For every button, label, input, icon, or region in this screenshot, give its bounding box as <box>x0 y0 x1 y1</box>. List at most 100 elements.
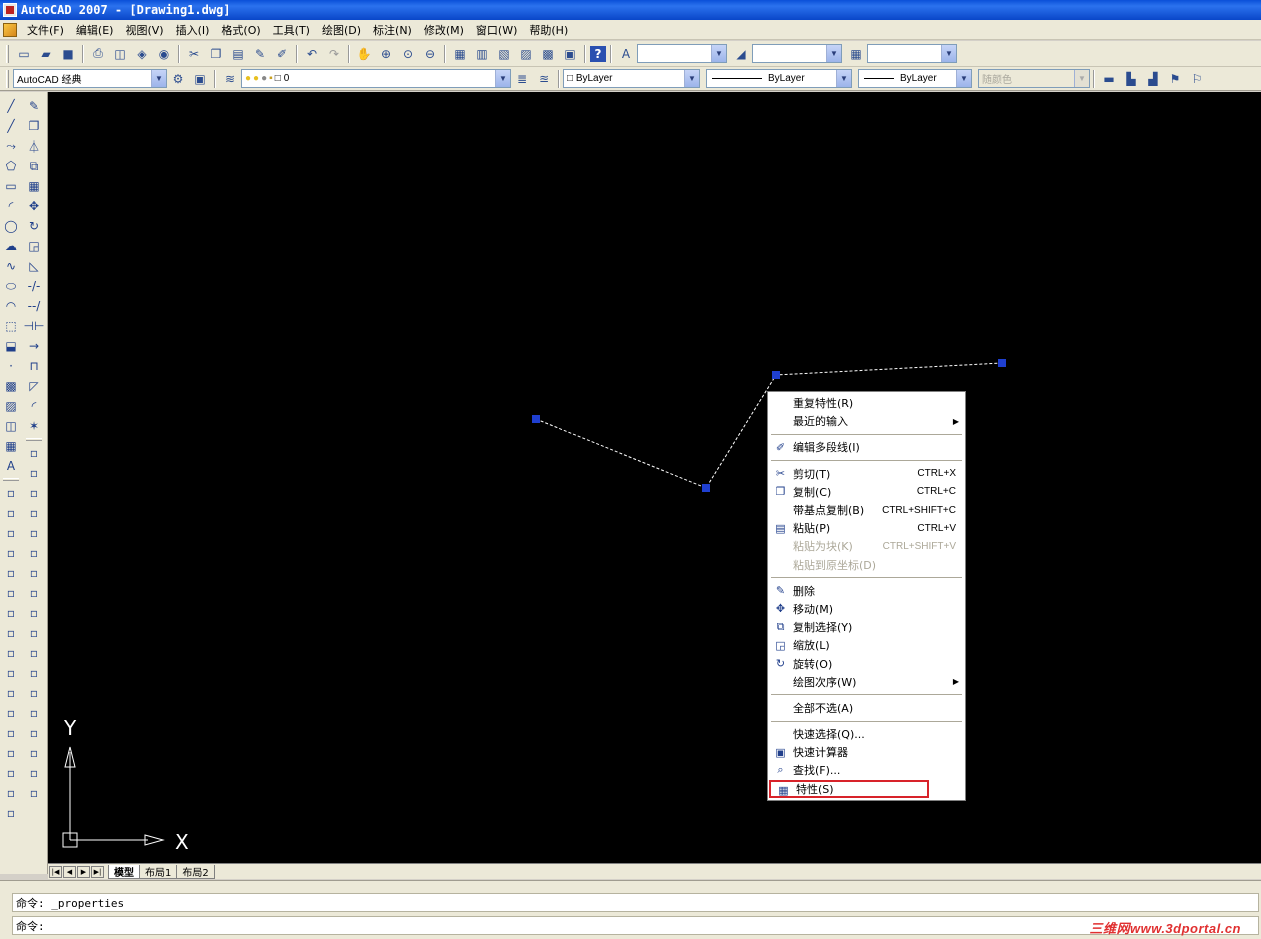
pan-icon[interactable]: ✋ <box>354 44 374 64</box>
tool-button-icon[interactable]: ▫ <box>24 443 44 463</box>
layer-match-icon[interactable]: ⚐ <box>1187 69 1207 89</box>
prev-tab-icon[interactable]: ◀ <box>63 865 76 878</box>
region-icon[interactable]: ◫ <box>1 416 21 436</box>
tool-button-icon[interactable]: ▫ <box>1 803 21 823</box>
rotate-icon[interactable]: ↻ <box>24 216 44 236</box>
tool-button-icon[interactable]: ▫ <box>24 523 44 543</box>
tool-button-icon[interactable]: ▫ <box>24 643 44 663</box>
mirror-icon[interactable]: ⏃ <box>24 136 44 156</box>
erase-icon[interactable]: ✎ <box>24 96 44 116</box>
rectangle-icon[interactable]: ▭ <box>1 176 21 196</box>
tool-button-icon[interactable]: ▫ <box>24 503 44 523</box>
context-menu-item[interactable]: ✐ 编辑多段线(I) <box>768 438 965 456</box>
gradient-icon[interactable]: ▨ <box>1 396 21 416</box>
tool-button-icon[interactable]: ▫ <box>1 583 21 603</box>
table-style-icon[interactable]: ▦ <box>846 44 866 64</box>
drawing-canvas[interactable]: Y X <box>48 92 1261 863</box>
dim-style-icon[interactable]: ◢ <box>731 44 751 64</box>
tool-button-icon[interactable]: ▫ <box>24 683 44 703</box>
cut-icon[interactable]: ✂ <box>184 44 204 64</box>
context-menu-item[interactable]: ◲ 缩放(L) <box>768 636 965 654</box>
zoom-previous-icon[interactable]: ⊖ <box>420 44 440 64</box>
explode-icon[interactable]: ✶ <box>24 416 44 436</box>
properties-icon[interactable]: ▬ <box>1099 69 1119 89</box>
redo-icon[interactable]: ↷ <box>324 44 344 64</box>
help-icon[interactable]: ? <box>590 45 606 62</box>
print-icon[interactable]: ⎙ <box>88 44 108 64</box>
copy-icon[interactable]: ❐ <box>206 44 226 64</box>
layer-states-icon[interactable]: ▙ <box>1121 69 1141 89</box>
context-menu-item[interactable]: ⌕ 查找(F)... <box>768 761 965 779</box>
context-menu-item[interactable]: 重复特性(R) <box>768 394 965 412</box>
move-icon[interactable]: ✥ <box>24 196 44 216</box>
context-menu-item[interactable]: ✎ 删除 <box>768 582 965 600</box>
context-menu-item[interactable]: ⧉ 复制选择(Y) <box>768 618 965 636</box>
break-icon[interactable]: → <box>24 336 44 356</box>
tool-button-icon[interactable]: ▫ <box>1 563 21 583</box>
hatch-icon[interactable]: ▩ <box>1 376 21 396</box>
tool-button-icon[interactable]: ▫ <box>1 523 21 543</box>
save-workspace-icon[interactable]: ▣ <box>190 69 210 89</box>
spline-icon[interactable]: ∿ <box>1 256 21 276</box>
arc-icon[interactable]: ◜ <box>1 196 21 216</box>
dim-style-select[interactable]: ▼ <box>752 44 842 63</box>
ellipse-arc-icon[interactable]: ◠ <box>1 296 21 316</box>
menu-format[interactable]: 格式(O) <box>215 22 266 38</box>
point-icon[interactable]: · <box>1 356 21 376</box>
3d-dwf-icon[interactable]: ◉ <box>154 44 174 64</box>
stretch-icon[interactable]: ◺ <box>24 256 44 276</box>
context-menu-item[interactable]: ▣ 快速计算器 <box>768 743 965 761</box>
toolbar-grip[interactable] <box>6 69 9 88</box>
context-menu-item[interactable]: 带基点复制(B) CTRL+SHIFT+C <box>768 501 965 519</box>
chevron-down-icon[interactable]: ▼ <box>836 70 851 87</box>
tool-button-icon[interactable]: ▫ <box>1 623 21 643</box>
menu-modify[interactable]: 修改(M) <box>418 22 470 38</box>
break-at-point-icon[interactable]: ⊣⊢ <box>24 316 45 336</box>
markup-icon[interactable]: ▩ <box>538 44 558 64</box>
context-menu-item[interactable]: 最近的输入 ▶ <box>768 412 965 430</box>
scale-icon[interactable]: ◲ <box>24 236 44 256</box>
menu-help[interactable]: 帮助(H) <box>523 22 574 38</box>
command-input[interactable]: 命令: <box>12 916 1259 935</box>
menu-window[interactable]: 窗口(W) <box>470 22 523 38</box>
trim-icon[interactable]: -/- <box>24 276 44 296</box>
text-style-icon[interactable]: A <box>616 44 636 64</box>
tool-button-icon[interactable]: ▫ <box>24 703 44 723</box>
tool-button-icon[interactable]: ▫ <box>24 723 44 743</box>
insert-block-icon[interactable]: ⬚ <box>1 316 21 336</box>
tool-palettes-icon[interactable]: ▧ <box>494 44 514 64</box>
save-icon[interactable]: ■ <box>58 44 78 64</box>
quickcalc-icon[interactable]: ▣ <box>560 44 580 64</box>
chevron-down-icon[interactable]: ▼ <box>684 70 699 87</box>
menu-file[interactable]: 文件(F) <box>21 22 70 38</box>
design-center-icon[interactable]: ▥ <box>472 44 492 64</box>
tool-button-icon[interactable]: ▫ <box>1 663 21 683</box>
tool-button-icon[interactable]: ▫ <box>24 783 44 803</box>
context-menu-item[interactable]: ✥ 移动(M) <box>768 600 965 618</box>
menu-view[interactable]: 视图(V) <box>119 22 169 38</box>
properties-icon[interactable]: ▦ <box>450 44 470 64</box>
tool-button-icon[interactable]: ▫ <box>24 583 44 603</box>
chamfer-icon[interactable]: ◸ <box>24 376 44 396</box>
chevron-down-icon[interactable]: ▼ <box>826 45 841 62</box>
context-menu-item[interactable]: 绘图次序(W) ▶ <box>768 673 965 691</box>
lineweight-select[interactable]: ByLayer ▼ <box>858 69 972 88</box>
tool-button-icon[interactable]: ▫ <box>1 723 21 743</box>
chevron-down-icon[interactable]: ▼ <box>711 45 726 62</box>
color-select[interactable]: □ ByLayer ▼ <box>563 69 700 88</box>
first-tab-icon[interactable]: |◀ <box>49 865 62 878</box>
tool-button-icon[interactable]: ▫ <box>1 603 21 623</box>
document-icon[interactable] <box>3 22 17 37</box>
publish-icon[interactable]: ◈ <box>132 44 152 64</box>
tab-layout1[interactable]: 布局1 <box>139 864 178 879</box>
block-editor-icon[interactable]: ✐ <box>272 44 292 64</box>
tool-button-icon[interactable]: ▫ <box>24 603 44 623</box>
ellipse-icon[interactable]: ⬭ <box>1 276 21 296</box>
layer-isolate-icon[interactable]: ▟ <box>1143 69 1163 89</box>
workspace-select[interactable]: AutoCAD 经典 ▼ <box>13 69 167 88</box>
context-menu-item[interactable]: ❐ 复制(C) CTRL+C <box>768 483 965 501</box>
menu-insert[interactable]: 插入(I) <box>170 22 216 38</box>
circle-icon[interactable]: ◯ <box>1 216 21 236</box>
chevron-down-icon[interactable]: ▼ <box>495 70 510 87</box>
tool-button-icon[interactable]: ▫ <box>1 783 21 803</box>
